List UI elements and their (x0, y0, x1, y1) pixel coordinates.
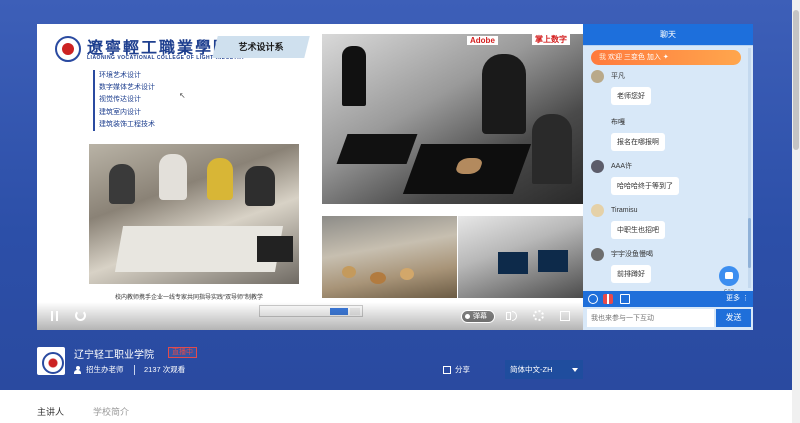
divider (134, 365, 135, 375)
sponsor-logo-second: 掌上数字 (532, 34, 570, 45)
sparkle-icon: ✦ (662, 54, 669, 61)
slide-caption: 校内教师携手企业一线专家共同指导实践“双导师”制教学 (115, 295, 263, 301)
chat-username: Tiramisu (611, 207, 638, 214)
welcome-prefix: 我 (599, 54, 606, 61)
chat-tab[interactable]: 聊天 (583, 24, 753, 46)
chat-bubble: 老师您好 (611, 87, 651, 105)
page-scrollbar[interactable] (792, 0, 800, 423)
avatar[interactable] (591, 160, 604, 173)
host-name: 招生办老师 (86, 365, 124, 374)
caret-down-icon (572, 368, 578, 372)
avatar[interactable] (591, 204, 604, 217)
majors-list: 环境艺术设计 数字媒体艺术设计 视觉传达设计 建筑室内设计 建筑装饰工程技术 (93, 70, 155, 132)
photo-students-team (89, 144, 299, 284)
chat-bubble: 中职生也招吧 (611, 221, 665, 239)
slide-content: 遼寧輕工職業學院 LIAONING VOCATIONAL COLLEGE OF … (37, 24, 583, 317)
chat-bubble: 报名在哪报啊 (611, 133, 665, 151)
room-logo-icon (37, 347, 65, 375)
avatar[interactable] (591, 248, 604, 261)
language-select[interactable]: 简体中文-ZH (505, 360, 583, 379)
emoji-icon[interactable] (588, 294, 598, 304)
chat-messages[interactable]: 我 欢迎 三变色 加入 ✦ 平凡 老师您好 布嘎 报名在哪报啊 AAA许 哈哈哈… (583, 46, 753, 291)
live-badge: 直播中 (168, 347, 197, 358)
gift-icon[interactable] (603, 294, 613, 304)
photo-clay-workshop (322, 216, 457, 298)
chat-scrollbar[interactable] (748, 48, 751, 288)
send-button[interactable]: 发送 (716, 309, 751, 327)
chat-username: 平凡 (611, 73, 625, 80)
school-logo-icon (55, 36, 81, 62)
user-icon (74, 366, 81, 374)
mouse-cursor-icon: ↖ (179, 91, 186, 100)
language-value: 简体中文-ZH (510, 365, 553, 374)
video-player[interactable]: 遼寧輕工職業學院 LIAONING VOCATIONAL COLLEGE OF … (37, 24, 583, 330)
welcome-suffix: 加入 (646, 54, 661, 61)
chat-username: AAA许 (611, 163, 633, 170)
major-item: 建筑室内设计 (99, 108, 141, 116)
chat-input[interactable] (587, 309, 714, 327)
tab-presenter[interactable]: 主讲人 (37, 405, 64, 418)
department-label: 艺术设计系 (238, 42, 284, 52)
chat-toolbar: 更多 ⋮ (583, 291, 753, 307)
sponsor-logo-adobe: Adobe (467, 36, 498, 45)
welcome-text: 欢迎 (607, 54, 622, 61)
chat-panel: 聊天 我 欢迎 三变色 加入 ✦ 平凡 老师您好 布嘎 报名在哪报啊 AAA许 … (583, 24, 753, 330)
more-label: 更多 (726, 295, 741, 302)
tab-school-intro[interactable]: 学校简介 (93, 405, 129, 418)
more-button[interactable]: 更多 ⋮ (726, 291, 749, 307)
document-icon[interactable] (620, 294, 630, 304)
share-icon[interactable] (443, 366, 451, 374)
page-scrollbar-thumb[interactable] (793, 10, 799, 150)
player-controls: 弹幕 (37, 302, 583, 330)
major-item: 视觉传达设计 (99, 96, 141, 104)
danmu-toggle[interactable]: 弹幕 (461, 310, 495, 323)
welcome-banner: 我 欢迎 三变色 加入 ✦ (591, 50, 741, 65)
major-item: 建筑装饰工程技术 (99, 120, 155, 128)
photo-drawing-tablets (322, 34, 583, 204)
chat-scrollbar-thumb[interactable] (748, 218, 751, 268)
department-tag: 艺术设计系 (212, 36, 310, 58)
chat-username: 宇宇没鱼慢喝 (611, 251, 653, 258)
chat-bubble: 哈哈哈终于等到了 (611, 177, 679, 195)
major-item: 环境艺术设计 (99, 72, 141, 79)
chat-username: 布嘎 (611, 119, 625, 126)
share-button[interactable]: 分享 (455, 364, 470, 375)
major-item: 数字媒体艺术设计 (99, 84, 155, 92)
room-title: 辽宁轻工职业学院 (74, 350, 154, 361)
chat-bubble: 前排蹲好 (611, 265, 651, 283)
avatar[interactable] (591, 70, 604, 83)
thumbs-up-icon[interactable] (719, 266, 739, 286)
welcome-user: 三变色 (623, 54, 645, 61)
avatar[interactable] (591, 116, 604, 129)
toggle-dot-icon (465, 314, 470, 319)
photo-computer-lab (458, 216, 583, 298)
view-count: 2137 次观看 (144, 365, 186, 374)
danmu-label: 弹幕 (473, 313, 487, 320)
